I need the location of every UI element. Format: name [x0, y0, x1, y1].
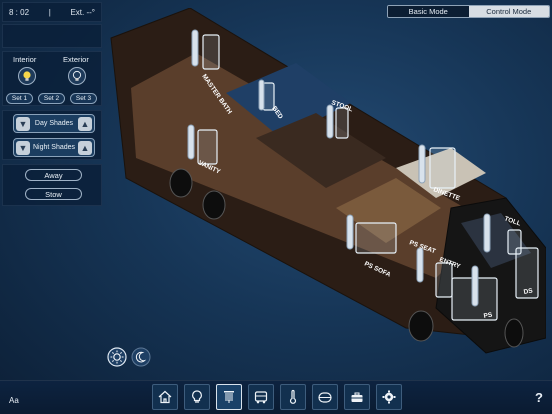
help-button[interactable]: ?	[535, 390, 543, 405]
bed-shade-control[interactable]	[258, 79, 265, 111]
bed-window[interactable]	[262, 82, 275, 111]
night-shades-label: Night Shades	[32, 143, 76, 151]
interior-label: Interior	[13, 55, 37, 64]
moon-icon	[131, 347, 151, 367]
ps-sofa-shade-control[interactable]	[346, 214, 354, 250]
day-mode-button[interactable]	[107, 347, 127, 372]
set-3-button[interactable]: Set 3	[70, 93, 97, 104]
night-shades-button[interactable]: ▼ Night Shades ▲	[13, 138, 95, 157]
toll-shade-control[interactable]	[483, 213, 491, 253]
night-mode-button[interactable]	[131, 347, 151, 372]
nav-shades-button[interactable]	[216, 384, 242, 410]
stool-window[interactable]	[335, 107, 349, 139]
interior-lightbulb-icon	[23, 71, 31, 81]
ps-shade-control[interactable]	[471, 265, 479, 307]
lights-panel: Interior Exterior Set 1 Set 2 Set 3	[2, 51, 102, 106]
master-bath-shade-control[interactable]	[191, 29, 199, 67]
entry-window[interactable]	[435, 262, 453, 298]
font-size-toggle[interactable]: Aa	[9, 396, 19, 405]
day-shades-button[interactable]: ▼ Day Shades ▲	[13, 114, 95, 133]
nav-settings-button[interactable]	[376, 384, 402, 410]
modes-panel: Away Stow	[2, 164, 102, 206]
set-2-button[interactable]: Set 2	[38, 93, 65, 104]
stool-shade-control[interactable]	[326, 104, 334, 139]
lightbulb-icon	[192, 390, 202, 403]
clock-text: 8 : 02	[9, 7, 30, 17]
toolbox-icon	[351, 392, 363, 402]
interior-light-button[interactable]	[18, 67, 36, 85]
nav-climate-button[interactable]	[280, 384, 306, 410]
day-shades-label: Day Shades	[34, 119, 74, 127]
stow-button[interactable]: Stow	[25, 188, 82, 200]
tank-icon	[318, 392, 332, 403]
nav-home-button[interactable]	[152, 384, 178, 410]
vanity-shade-control[interactable]	[187, 124, 195, 160]
shade-down-icon: ▼	[16, 140, 30, 155]
blank-panel	[2, 24, 102, 48]
shade-down-icon: ▼	[16, 116, 30, 131]
status-separator: |	[48, 7, 51, 17]
home-icon	[158, 390, 172, 404]
bottom-nav-bar	[0, 380, 552, 414]
shade-up-icon: ▲	[78, 116, 92, 131]
away-button[interactable]: Away	[25, 169, 82, 181]
nav-lights-button[interactable]	[184, 384, 210, 410]
exterior-lightbulb-icon	[72, 70, 82, 81]
ps-seat-shade-control[interactable]	[416, 247, 424, 283]
ps-sofa-window[interactable]	[355, 222, 397, 254]
dinette-window[interactable]	[429, 147, 456, 189]
master-bath-window[interactable]	[202, 34, 220, 70]
thermometer-icon	[289, 389, 297, 404]
rv-icon	[254, 391, 268, 404]
exterior-label: Exterior	[63, 55, 89, 64]
gear-icon	[382, 390, 396, 404]
shade-up-icon: ▲	[78, 140, 92, 155]
rear-wheel-1	[169, 168, 193, 198]
front-wheel	[408, 310, 434, 342]
status-bar: 8 : 02 | Ext. --°	[2, 2, 102, 22]
dinette-shade-control[interactable]	[418, 144, 426, 184]
sun-icon	[107, 347, 127, 367]
front-wheel-far	[504, 318, 524, 348]
shades-icon	[224, 391, 234, 403]
exterior-light-button[interactable]	[68, 67, 86, 85]
nav-rv-button[interactable]	[248, 384, 274, 410]
nav-tanks-button[interactable]	[312, 384, 338, 410]
nav-toolbox-button[interactable]	[344, 384, 370, 410]
rear-wheel-2	[202, 190, 226, 220]
set-1-button[interactable]: Set 1	[6, 93, 33, 104]
shades-panel: ▼ Day Shades ▲ ▼ Night Shades ▲	[2, 110, 102, 160]
rv-cutaway-diagram: MASTER BATH BED STOOL VANITY DINETTE TOL…	[110, 8, 546, 354]
exterior-temp-text: Ext. --°	[70, 7, 95, 17]
